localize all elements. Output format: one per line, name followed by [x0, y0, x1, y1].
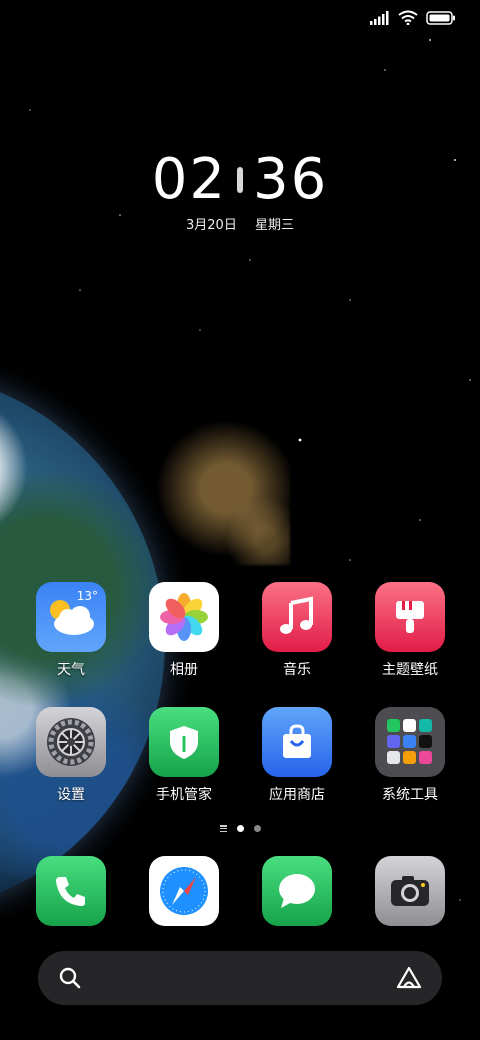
- page-dot-active[interactable]: [236, 825, 244, 832]
- folder-icon: [375, 707, 445, 777]
- search-bar[interactable]: [38, 951, 442, 1005]
- status-bar: [370, 10, 456, 25]
- shield-icon: [149, 707, 219, 777]
- app-settings[interactable]: 设置: [21, 707, 121, 804]
- app-label: 应用商店: [269, 787, 325, 803]
- app-label: 相册: [170, 662, 198, 678]
- page-dot[interactable]: [253, 825, 261, 832]
- battery-icon: [426, 10, 455, 25]
- app-app-store[interactable]: 应用商店: [247, 707, 347, 804]
- clock-separator: [237, 167, 243, 193]
- clock-date: 3月20日: [186, 218, 237, 233]
- search-icon[interactable]: [58, 966, 82, 990]
- wifi-icon: [398, 10, 418, 25]
- app-photos[interactable]: 相册: [134, 582, 234, 679]
- clock-weekday: 星期三: [254, 218, 294, 233]
- dock-camera[interactable]: [360, 856, 460, 926]
- page-indicator[interactable]: [0, 825, 480, 832]
- app-label: 手机管家: [156, 787, 212, 803]
- gear-icon: [36, 707, 106, 777]
- city-lights: [130, 395, 290, 565]
- paintbrush-icon: [375, 582, 445, 652]
- weather-icon: 13°: [36, 582, 106, 652]
- folder-system-tools[interactable]: 系统工具: [360, 707, 460, 804]
- app-weather[interactable]: 13° 天气: [21, 582, 121, 679]
- music-icon: [262, 582, 332, 652]
- app-label: 主题壁纸: [382, 662, 438, 678]
- weather-temperature: 13°: [76, 589, 98, 603]
- app-label: 天气: [57, 662, 85, 678]
- phone-icon: [36, 856, 106, 926]
- signal-icon: [370, 10, 389, 25]
- dock-messages[interactable]: [247, 856, 347, 926]
- app-label: 设置: [57, 787, 85, 803]
- photos-icon: [149, 582, 219, 652]
- camera-icon: [375, 856, 445, 926]
- assistant-icon[interactable]: [396, 966, 422, 990]
- dock-browser[interactable]: [134, 856, 234, 926]
- app-music[interactable]: 音乐: [247, 582, 347, 679]
- message-icon: [262, 856, 332, 926]
- app-label: 音乐: [283, 662, 311, 678]
- app-label: 系统工具: [382, 787, 438, 803]
- page-list-icon[interactable]: [219, 825, 227, 832]
- compass-icon: [149, 856, 219, 926]
- clock-minutes: 36: [253, 147, 329, 212]
- shopping-bag-icon: [262, 707, 332, 777]
- app-security[interactable]: 手机管家: [134, 707, 234, 804]
- clock-widget[interactable]: 02 36 3月20日 星期三: [0, 147, 480, 234]
- app-themes[interactable]: 主题壁纸: [360, 582, 460, 679]
- clock-hours: 02: [151, 147, 227, 212]
- dock-phone[interactable]: [21, 856, 121, 926]
